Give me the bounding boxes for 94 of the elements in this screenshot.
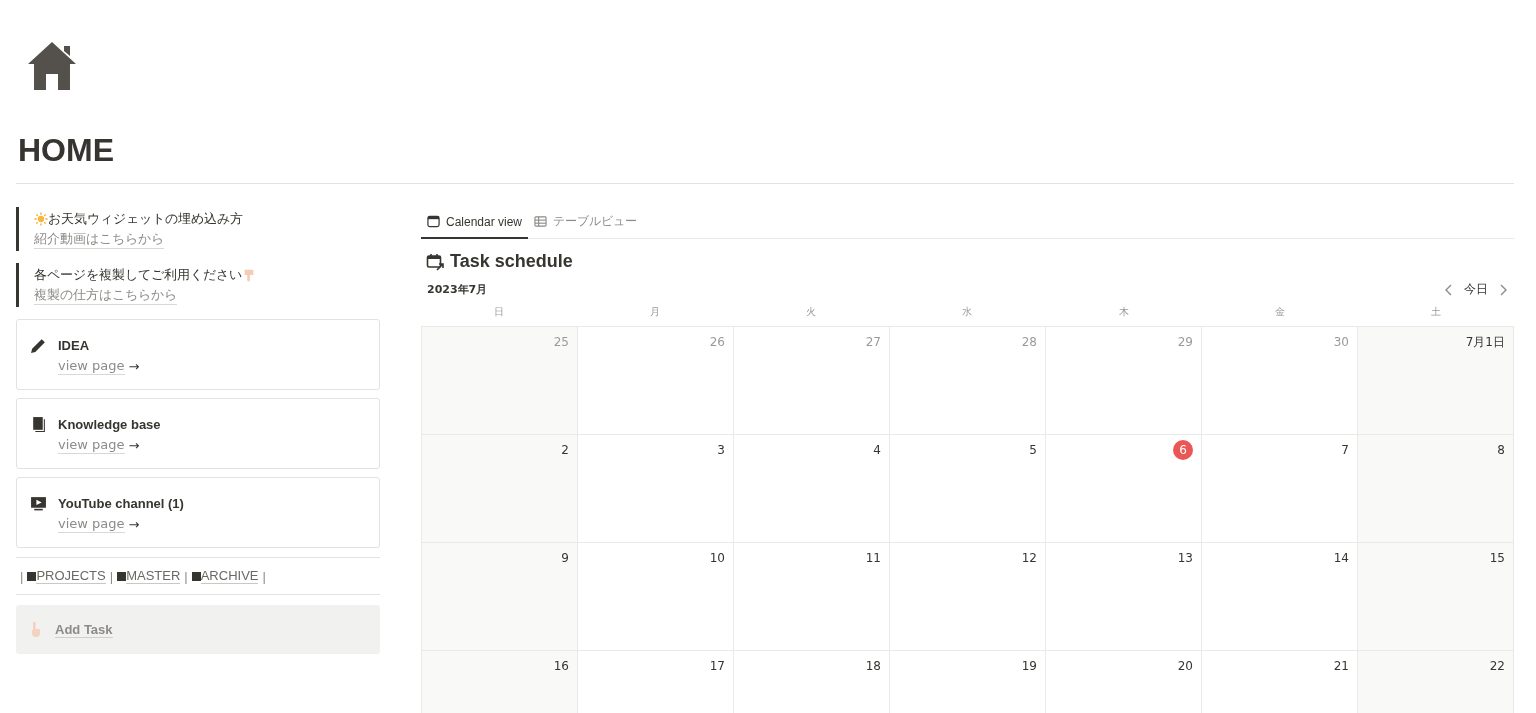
page-title: HOME	[18, 134, 115, 166]
day-number: 27	[864, 334, 881, 351]
today-button[interactable]: 今日	[1460, 281, 1492, 298]
weekday-label: 火	[805, 305, 818, 319]
day-number: 7月1日	[1465, 334, 1505, 351]
day-cell[interactable]: 16	[422, 651, 578, 713]
book-icon	[30, 416, 47, 433]
day-number: 25	[552, 334, 569, 351]
day-cell[interactable]: 12	[890, 543, 1046, 651]
day-number: 29	[1176, 334, 1193, 351]
day-number: 30	[1332, 334, 1349, 351]
day-number: 17	[708, 658, 725, 675]
weekday-label: 月	[649, 305, 662, 319]
page-card[interactable]: Knowledge base view page →	[16, 398, 380, 469]
separator-text: |	[184, 568, 188, 584]
day-cell[interactable]: 9	[422, 543, 578, 651]
day-number: 15	[1488, 550, 1505, 567]
day-cell[interactable]: 13	[1046, 543, 1202, 651]
day-number: 3	[716, 442, 725, 459]
day-cell[interactable]: 11	[734, 543, 890, 651]
pointing-hand-icon	[242, 268, 256, 282]
callout-link[interactable]: 複製の仕方はこちらから	[34, 286, 177, 305]
day-cell[interactable]: 10	[578, 543, 734, 651]
day-cell[interactable]: 3	[578, 435, 734, 543]
nav-link[interactable]: MASTER	[126, 568, 181, 584]
card-title: IDEA	[58, 337, 91, 355]
calendar-title: Task schedule	[450, 251, 573, 272]
day-number: 5	[1028, 442, 1037, 459]
day-number: 8	[1496, 442, 1505, 459]
square-icon	[191, 571, 201, 581]
arrow-text: →	[128, 358, 140, 375]
video-screen-icon	[30, 495, 47, 512]
day-number: 18	[864, 658, 881, 675]
view-page-link[interactable]: view page	[58, 516, 125, 533]
day-number: 21	[1332, 658, 1349, 675]
callout-title: 各ページを複製してご利用ください	[34, 266, 242, 284]
month-label: 2023年7月	[427, 282, 488, 297]
sun-icon	[34, 212, 48, 226]
view-tab[interactable]: テーブルビュー	[528, 209, 644, 239]
separator-text: |	[109, 568, 114, 584]
day-number: 7	[1340, 442, 1349, 459]
view-tab[interactable]: Calendar view	[421, 209, 529, 239]
day-number: 19	[1020, 658, 1037, 675]
separator-text: |	[262, 568, 266, 584]
pencil-icon	[30, 337, 47, 354]
day-number: 12	[1020, 550, 1037, 567]
day-cell[interactable]: 2	[422, 435, 578, 543]
weekday-label: 日	[493, 305, 506, 319]
view-page-link[interactable]: view page	[58, 437, 125, 454]
day-number: 2	[560, 442, 569, 459]
nav-link[interactable]: ARCHIVE	[200, 568, 259, 584]
weekday-label: 木	[1117, 305, 1130, 319]
house-icon	[26, 40, 78, 92]
calendar-icon	[427, 215, 440, 228]
page-card[interactable]: YouTube channel (1) view page →	[16, 477, 380, 548]
weekday-label: 水	[961, 305, 974, 319]
square-icon	[117, 571, 127, 581]
weekday-label: 金	[1273, 305, 1286, 319]
arrow-text: →	[128, 516, 140, 533]
arrow-text: →	[128, 437, 140, 454]
table-icon	[534, 215, 548, 228]
day-cell[interactable]: 8	[1358, 435, 1514, 543]
day-cell[interactable]: 15	[1358, 543, 1514, 651]
square-icon	[27, 571, 37, 581]
day-number: 11	[864, 550, 881, 567]
chevron-right-icon[interactable]	[1498, 282, 1508, 297]
callout-link[interactable]: 紹介動画はこちらから	[34, 230, 164, 249]
day-number: 20	[1176, 658, 1193, 675]
day-cell[interactable]: 14	[1202, 543, 1358, 651]
card-title: Knowledge base	[58, 416, 161, 434]
callout-title: お天気ウィジェットの埋め込み方	[48, 210, 243, 228]
pointing-hand-icon	[29, 621, 41, 638]
page-card[interactable]: IDEA view page →	[16, 319, 380, 390]
day-number: 4	[872, 442, 881, 459]
nav-link[interactable]: PROJECTS	[36, 568, 106, 584]
day-number: 28	[1020, 334, 1037, 351]
view-page-link[interactable]: view page	[58, 358, 125, 375]
chevron-left-icon[interactable]	[1444, 282, 1454, 297]
day-cell[interactable]: 7月1日	[1358, 327, 1514, 435]
day-number: 26	[708, 334, 725, 351]
day-number: 22	[1488, 658, 1505, 675]
day-number: 10	[708, 550, 725, 567]
day-number: 6	[1173, 440, 1193, 460]
day-number: 13	[1176, 550, 1193, 567]
day-cell[interactable]: 5	[890, 435, 1046, 543]
card-title: YouTube channel (1)	[58, 495, 184, 513]
weekday-label: 土	[1429, 305, 1442, 319]
day-cell[interactable]: 22	[1358, 651, 1514, 713]
day-cell[interactable]: 4	[734, 435, 890, 543]
day-number: 14	[1332, 550, 1349, 567]
day-number: 9	[560, 550, 569, 567]
day-cell[interactable]: 7	[1202, 435, 1358, 543]
separator-text: |	[20, 568, 24, 584]
day-number: 16	[552, 658, 569, 675]
